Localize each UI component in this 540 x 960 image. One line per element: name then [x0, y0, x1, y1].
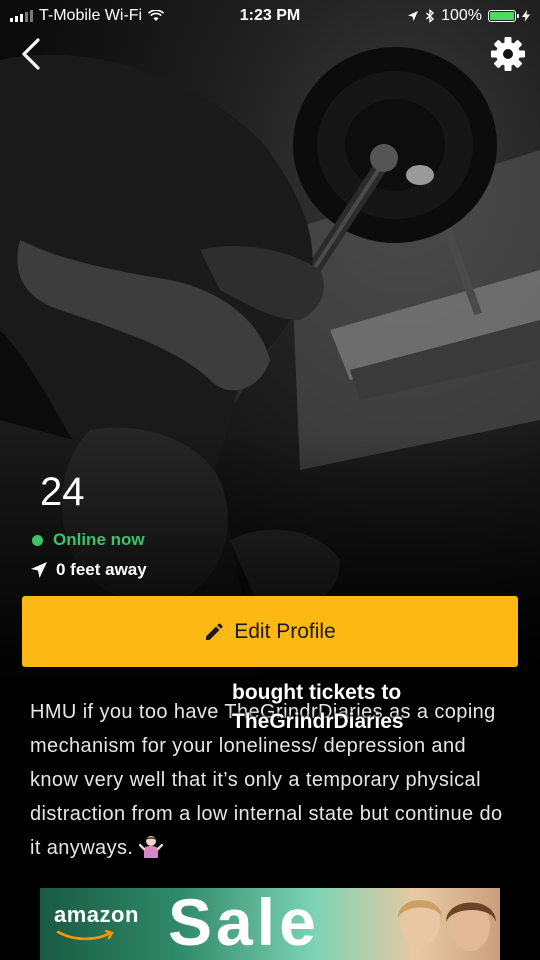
- caption-overlay: bought tickets to TheGrindrDiaries: [232, 678, 404, 736]
- chevron-left-icon: [22, 38, 40, 70]
- distance-label: 0 feet away: [56, 560, 147, 579]
- online-dot-icon: [32, 534, 43, 546]
- caption-line-2: TheGrindrDiaries: [232, 710, 404, 733]
- location-arrow-icon: [31, 562, 47, 578]
- charging-bolt-icon: [522, 10, 530, 22]
- online-status: Online now: [32, 530, 145, 550]
- edit-profile-label: Edit Profile: [234, 619, 336, 643]
- profile-photo[interactable]: [0, 0, 540, 690]
- location-services-icon: [408, 11, 419, 21]
- amazon-logo: amazon: [54, 902, 139, 927]
- ad-headline: Sale: [168, 888, 320, 959]
- status-bar: T-Mobile Wi-Fi 1:23 PM 100%: [0, 0, 540, 34]
- ad-model-image: [398, 898, 496, 951]
- pencil-icon: [206, 622, 223, 640]
- battery-percent: 100%: [441, 7, 482, 24]
- shrug-emoji-icon: [139, 834, 164, 858]
- settings-button[interactable]: [490, 36, 526, 72]
- ad-banner[interactable]: amazon Sale: [40, 888, 500, 960]
- status-bar-right: 100%: [407, 7, 530, 25]
- bluetooth-icon: [426, 9, 435, 23]
- profile-screen: T-Mobile Wi-Fi 1:23 PM 100% 24 Online no…: [0, 0, 540, 960]
- online-status-label: Online now: [53, 530, 145, 549]
- edit-profile-button[interactable]: Edit Profile: [22, 596, 518, 667]
- caption-line-1: bought tickets to: [232, 681, 402, 704]
- gear-icon: [491, 37, 525, 71]
- profile-age: 24: [40, 470, 85, 514]
- distance-info: 0 feet away: [30, 560, 147, 580]
- battery-icon: [488, 10, 519, 22]
- amazon-smile-icon: [56, 930, 114, 941]
- back-button[interactable]: [16, 34, 50, 74]
